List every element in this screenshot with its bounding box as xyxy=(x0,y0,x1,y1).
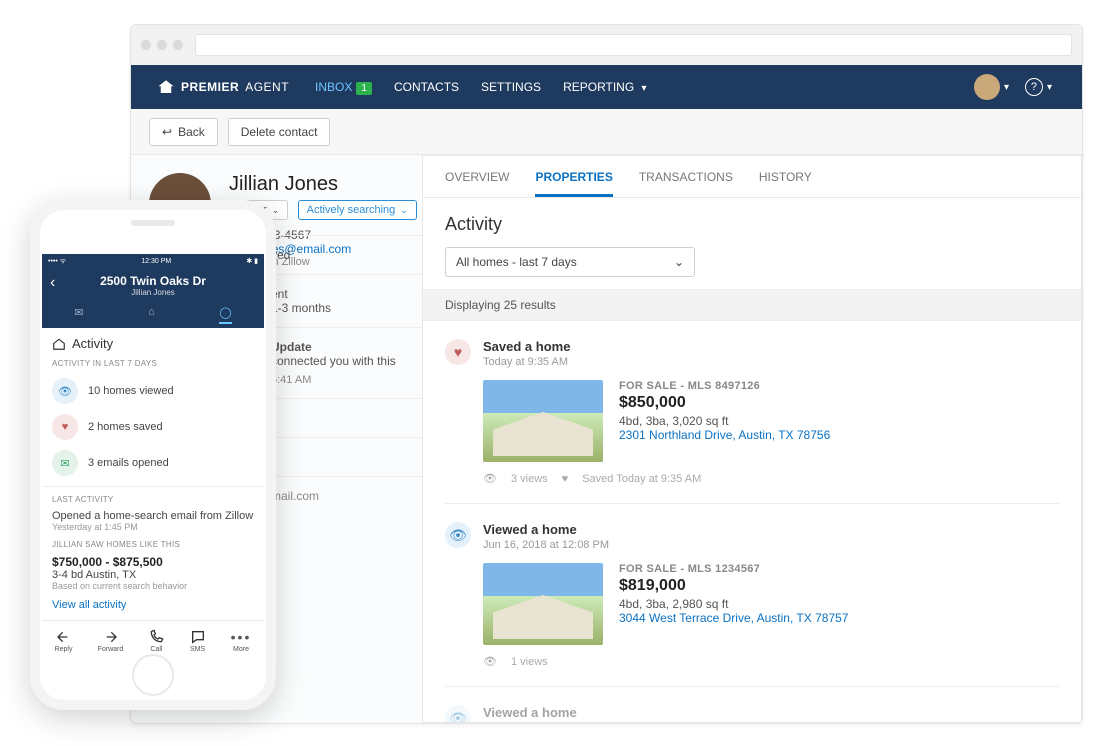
activity-heading: Activity xyxy=(52,336,254,351)
eye-icon: 👁 xyxy=(52,378,78,404)
help-icon[interactable]: ? xyxy=(1025,78,1043,96)
phone-toolbar: Reply Forward Call SMS •••More xyxy=(42,620,264,660)
home-icon[interactable]: ⌂ xyxy=(148,306,155,324)
mail-icon: ✉ xyxy=(52,450,78,476)
heart-icon: ♥ xyxy=(562,473,569,485)
forward-button[interactable]: Forward xyxy=(98,629,124,653)
eye-icon: 👁 xyxy=(445,705,471,723)
contact-name: Jillian Jones xyxy=(229,173,423,196)
nav-settings[interactable]: SETTINGS xyxy=(481,80,541,94)
more-button[interactable]: •••More xyxy=(231,629,252,653)
reply-button[interactable]: Reply xyxy=(55,629,73,653)
stat-viewed: 👁10 homes viewed xyxy=(52,378,254,404)
home-icon xyxy=(52,337,66,351)
house-icon xyxy=(157,78,175,96)
phone-status-bar: •••• ᯤ12:30 PM✱ ▮ xyxy=(42,254,264,268)
back-button[interactable]: ↩ Back xyxy=(149,118,218,146)
delete-contact-button[interactable]: Delete contact xyxy=(228,118,331,146)
activity-heading: Activity xyxy=(445,214,1059,235)
phone-mock: •••• ᯤ12:30 PM✱ ▮ ‹ 2500 Twin Oaks Dr Ji… xyxy=(30,200,276,710)
listing-address-link[interactable]: 2301 Northland Drive, Austin, TX 78756 xyxy=(619,428,830,442)
properties-panel: OVERVIEW PROPERTIES TRANSACTIONS HISTORY… xyxy=(422,155,1082,723)
profile-icon[interactable]: ◯ xyxy=(219,306,231,324)
tab-properties[interactable]: PROPERTIES xyxy=(535,170,612,197)
tab-transactions[interactable]: TRANSACTIONS xyxy=(639,170,733,197)
eye-icon: 👁 xyxy=(483,655,497,668)
activity-filter-select[interactable]: All homes - last 7 days⌄ xyxy=(445,247,695,277)
heart-icon: ♥ xyxy=(445,339,471,365)
activity-item: 👁 Viewed a home Jun 16, 2018 at 12:08 PM… xyxy=(445,504,1059,687)
status-select[interactable]: Actively searching⌄ xyxy=(298,200,417,220)
listing-thumbnail[interactable] xyxy=(483,380,603,462)
eye-icon: 👁 xyxy=(483,472,497,485)
activity-item: 👁 Viewed a home Jun 16, 2018 at 2:53 PM xyxy=(445,687,1059,723)
tab-history[interactable]: HISTORY xyxy=(759,170,812,197)
top-nav: PREMIERAGENT INBOX1 CONTACTS SETTINGS RE… xyxy=(131,65,1082,109)
nav-links: INBOX1 CONTACTS SETTINGS REPORTING ▾ xyxy=(315,80,651,94)
action-bar: ↩ Back Delete contact xyxy=(131,109,1082,155)
view-all-link[interactable]: View all activity xyxy=(52,599,254,611)
nav-reporting[interactable]: REPORTING ▾ xyxy=(563,80,651,94)
inbox-badge: 1 xyxy=(356,82,372,95)
eye-icon: 👁 xyxy=(445,522,471,548)
brand-logo[interactable]: PREMIERAGENT xyxy=(157,78,289,96)
nav-inbox[interactable]: INBOX1 xyxy=(315,80,372,94)
user-avatar[interactable] xyxy=(974,74,1000,100)
nav-contacts[interactable]: CONTACTS xyxy=(394,80,459,94)
mail-icon[interactable]: ✉ xyxy=(74,306,83,324)
stat-saved: ♥2 homes saved xyxy=(52,414,254,440)
heart-icon: ♥ xyxy=(52,414,78,440)
address-bar[interactable] xyxy=(195,34,1072,56)
results-count: Displaying 25 results xyxy=(423,289,1081,321)
browser-chrome xyxy=(131,25,1082,65)
stat-emails: ✉3 emails opened xyxy=(52,450,254,476)
phone-subtitle: Jillian Jones xyxy=(42,288,264,297)
chevron-down-icon[interactable]: ▾ xyxy=(1004,82,1009,93)
phone-title: 2500 Twin Oaks Dr xyxy=(42,274,264,288)
tab-overview[interactable]: OVERVIEW xyxy=(445,170,509,197)
sms-button[interactable]: SMS xyxy=(190,629,206,653)
call-button[interactable]: Call xyxy=(148,629,164,653)
chevron-down-icon: ⌄ xyxy=(674,255,684,269)
activity-item: ♥ Saved a home Today at 9:35 AM FOR SALE… xyxy=(445,321,1059,504)
listing-address-link[interactable]: 3044 West Terrace Drive, Austin, TX 7875… xyxy=(619,611,848,625)
listing-thumbnail[interactable] xyxy=(483,563,603,645)
